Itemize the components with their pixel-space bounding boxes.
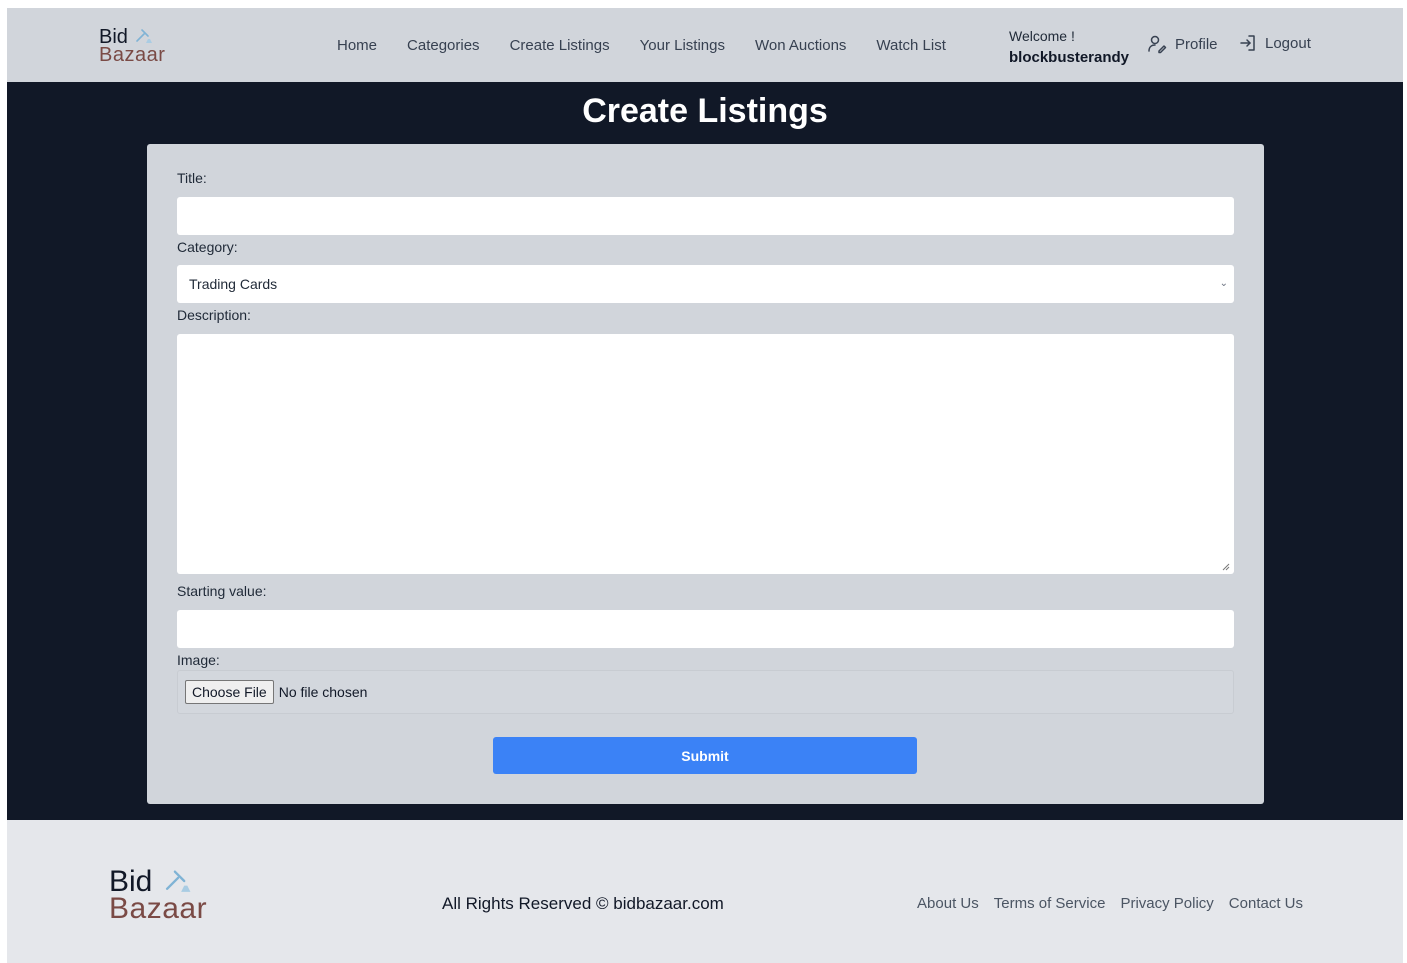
description-label: Description: bbox=[177, 307, 251, 323]
username: blockbusterandy bbox=[1009, 49, 1130, 66]
category-label: Category: bbox=[177, 239, 238, 255]
copyright-text: All Rights Reserved © bidbazaar.com bbox=[442, 894, 724, 913]
nav-won-auctions[interactable]: Won Auctions bbox=[755, 37, 846, 54]
nav-your-listings[interactable]: Your Listings bbox=[640, 37, 725, 54]
welcome-block: Welcome ! blockbusterandy bbox=[1009, 26, 1129, 70]
profile-label: Profile bbox=[1175, 35, 1218, 53]
logout-link[interactable]: Logout bbox=[1239, 34, 1311, 52]
brand-line2: Bazaar bbox=[99, 44, 166, 66]
footer-logo[interactable]: Bid Bazaar bbox=[109, 867, 207, 924]
app-frame: Bid Bazaar Home Categories Create Listin… bbox=[7, 8, 1403, 963]
image-file-input: Choose File No file chosen bbox=[177, 670, 1234, 714]
brand-line1: Bid bbox=[99, 26, 128, 48]
footer-brand-line2: Bazaar bbox=[109, 892, 208, 925]
category-select[interactable]: Trading Cards ⌄ bbox=[177, 265, 1234, 303]
brand-logo[interactable]: Bid Bazaar bbox=[99, 27, 165, 65]
user-edit-icon bbox=[1148, 35, 1167, 54]
choose-file-button[interactable]: Choose File bbox=[185, 680, 274, 704]
welcome-text: Welcome ! bbox=[1009, 28, 1075, 44]
starting-value-input[interactable] bbox=[177, 610, 1234, 648]
resize-grip-icon[interactable] bbox=[1222, 563, 1230, 571]
logout-icon bbox=[1240, 35, 1255, 51]
title-input[interactable] bbox=[177, 197, 1234, 235]
gavel-icon bbox=[136, 29, 152, 43]
footer-links: About Us Terms of Service Privacy Policy… bbox=[902, 895, 1303, 912]
site-header: Bid Bazaar Home Categories Create Listin… bbox=[7, 8, 1403, 82]
logout-label: Logout bbox=[1265, 34, 1311, 52]
file-status: No file chosen bbox=[278, 684, 368, 700]
main-nav: Home Categories Create Listings Your Lis… bbox=[337, 8, 976, 82]
nav-home[interactable]: Home bbox=[337, 37, 377, 54]
footer-link-privacy[interactable]: Privacy Policy bbox=[1120, 895, 1213, 912]
footer-link-contact[interactable]: Contact Us bbox=[1229, 895, 1303, 912]
footer-brand-line1: Bid bbox=[109, 865, 153, 898]
gavel-icon bbox=[165, 870, 191, 892]
page-title: Create Listings bbox=[582, 92, 828, 130]
starting-value-label: Starting value: bbox=[177, 583, 267, 599]
create-listing-form: Title: Category: Trading Cards ⌄ Descrip… bbox=[147, 144, 1264, 804]
footer-link-terms[interactable]: Terms of Service bbox=[994, 895, 1106, 912]
nav-watch-list[interactable]: Watch List bbox=[876, 37, 945, 54]
chevron-down-icon: ⌄ bbox=[1219, 278, 1228, 289]
title-label: Title: bbox=[177, 170, 207, 186]
description-textarea[interactable] bbox=[177, 334, 1234, 574]
site-footer: Bid Bazaar All Rights Reserved © bidbaza… bbox=[7, 820, 1403, 963]
nav-create-listings[interactable]: Create Listings bbox=[510, 37, 610, 54]
category-selected: Trading Cards bbox=[189, 276, 278, 292]
image-label: Image: bbox=[177, 652, 220, 668]
nav-categories[interactable]: Categories bbox=[407, 37, 480, 54]
footer-link-about[interactable]: About Us bbox=[917, 895, 979, 912]
profile-link[interactable]: Profile bbox=[1147, 34, 1218, 54]
submit-button[interactable]: Submit bbox=[493, 737, 917, 774]
